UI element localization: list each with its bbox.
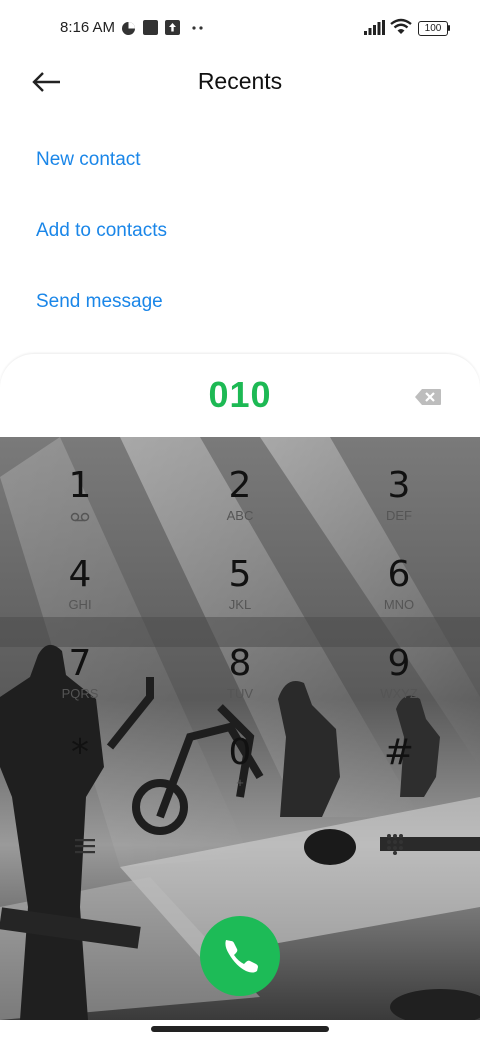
key-digit: 4 bbox=[68, 554, 92, 595]
key-0[interactable]: 0 + bbox=[180, 733, 300, 813]
key-digit: 7 bbox=[68, 643, 92, 684]
key-hash[interactable]: # bbox=[339, 733, 459, 813]
battery-level: 100 bbox=[424, 23, 442, 34]
more-notifications-icon bbox=[192, 26, 203, 30]
phone-icon bbox=[225, 940, 258, 973]
key-9[interactable]: 9 WXYZ bbox=[339, 644, 459, 724]
call-button[interactable] bbox=[200, 916, 280, 996]
wifi-icon bbox=[390, 18, 412, 34]
signal-icon bbox=[364, 20, 385, 35]
key-digit: 0 bbox=[228, 732, 252, 773]
dialed-number: 010 bbox=[208, 374, 272, 415]
notification-square-icon bbox=[143, 20, 158, 35]
key-5[interactable]: 5 JKL bbox=[180, 555, 300, 635]
key-4[interactable]: 4 GHI bbox=[20, 555, 140, 635]
data-saver-icon bbox=[122, 22, 135, 35]
add-to-contacts-link[interactable]: Add to contacts bbox=[36, 220, 167, 242]
battery-tip bbox=[448, 25, 450, 31]
status-time: 8:16 AM bbox=[60, 19, 116, 36]
key-letters: WXYZ bbox=[380, 686, 418, 701]
menu-icon[interactable] bbox=[75, 838, 95, 854]
key-star[interactable]: * bbox=[20, 733, 140, 813]
key-letters: JKL bbox=[228, 597, 252, 612]
voicemail-icon bbox=[70, 512, 90, 522]
key-digit: 3 bbox=[387, 465, 411, 506]
key-8[interactable]: 8 TUV bbox=[180, 644, 300, 724]
key-digit: 2 bbox=[228, 465, 252, 506]
send-message-link[interactable]: Send message bbox=[36, 291, 163, 313]
key-digit: # bbox=[383, 732, 415, 773]
key-letters: PQRS bbox=[61, 686, 99, 701]
key-digit: 8 bbox=[228, 643, 252, 684]
home-indicator[interactable] bbox=[151, 1026, 329, 1032]
key-7[interactable]: 7 PQRS bbox=[20, 644, 140, 724]
key-1[interactable]: 1 bbox=[20, 466, 140, 546]
key-letters: MNO bbox=[383, 597, 415, 612]
status-bar: 8:16 AM 100 bbox=[0, 0, 480, 56]
page-title: Recents bbox=[197, 68, 283, 94]
upload-icon bbox=[165, 20, 180, 35]
key-letters: ABC bbox=[226, 508, 254, 523]
key-letters: + bbox=[236, 775, 244, 790]
key-2[interactable]: 2 ABC bbox=[180, 466, 300, 546]
key-letters: GHI bbox=[68, 597, 92, 612]
key-digit: 6 bbox=[387, 554, 411, 595]
key-6[interactable]: 6 MNO bbox=[339, 555, 459, 635]
backspace-icon[interactable] bbox=[414, 388, 442, 406]
key-digit: 5 bbox=[228, 554, 252, 595]
dialpad-icon[interactable] bbox=[386, 833, 404, 855]
key-3[interactable]: 3 DEF bbox=[339, 466, 459, 546]
key-digit: 1 bbox=[68, 465, 92, 506]
app-header: Recents bbox=[0, 56, 480, 108]
key-letters: TUV bbox=[227, 686, 253, 701]
key-digit: * bbox=[71, 732, 89, 773]
battery-icon: 100 bbox=[418, 21, 448, 36]
key-digit: 9 bbox=[387, 643, 411, 684]
new-contact-link[interactable]: New contact bbox=[36, 149, 141, 171]
key-letters: DEF bbox=[386, 508, 412, 523]
